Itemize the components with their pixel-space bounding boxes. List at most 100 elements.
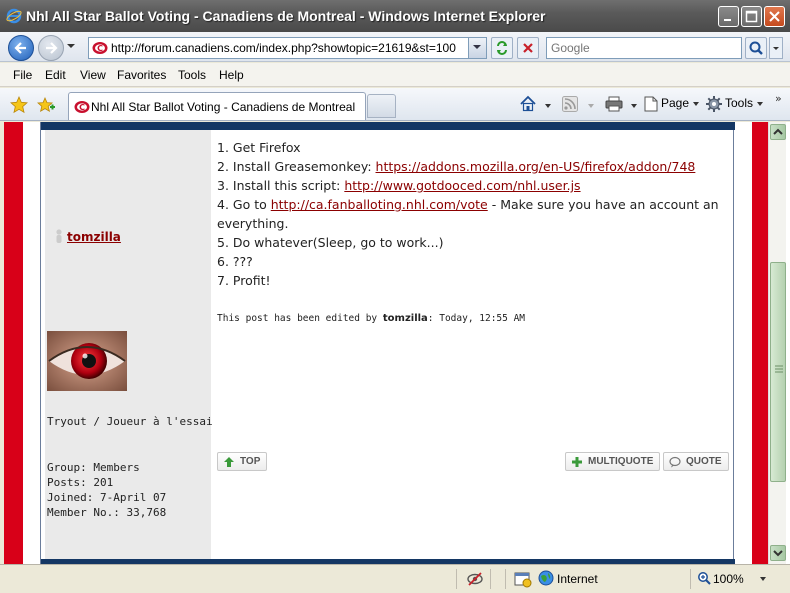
post-line: 4. Go to http://ca.fanballoting.nhl.com/… [217, 195, 729, 214]
scroll-thumb[interactable] [770, 262, 786, 482]
menu-view[interactable]: View [80, 68, 106, 82]
post-text: - Make sure you have an account an [487, 197, 719, 212]
globe-icon [538, 570, 554, 586]
minimize-button[interactable] [718, 6, 739, 27]
window-title: Nhl All Star Ballot Voting - Canadiens d… [26, 8, 546, 24]
plus-icon [572, 457, 582, 467]
new-tab-button[interactable] [367, 94, 396, 118]
tab-label: Nhl All Star Ballot Voting - Canadiens d… [91, 100, 356, 114]
svg-text:C: C [97, 44, 103, 53]
post-text: 2. Install Greasemonkey: [217, 159, 376, 174]
post-line: 5. Do whatever(Sleep, go to work...) [217, 233, 729, 252]
user-stats: Group: Members Posts: 201 Joined: 7-Apri… [47, 460, 166, 520]
zoom-level[interactable]: 100% [713, 572, 744, 586]
menu-help[interactable]: Help [219, 68, 244, 82]
page-menu-button[interactable]: Page [661, 96, 700, 110]
menu-tools[interactable]: Tools [178, 68, 206, 82]
forward-button[interactable] [38, 35, 64, 61]
chevron-up-icon [773, 128, 783, 135]
post-edit-note: This post has been edited by tomzilla: T… [217, 313, 525, 324]
favorites-star-icon[interactable] [10, 96, 28, 114]
privacy-report-icon[interactable] [466, 570, 484, 588]
top-label: TOP [240, 456, 261, 467]
post-line: 2. Install Greasemonkey: https://addons.… [217, 157, 729, 176]
chevron-down-icon [773, 47, 779, 50]
tab-nhl-all-star-ballot[interactable]: C Nhl All Star Ballot Voting - Canadiens… [68, 92, 366, 120]
zoom-dropdown-icon[interactable] [760, 577, 766, 581]
refresh-button[interactable] [491, 37, 513, 59]
status-divider [505, 569, 506, 589]
toolbar-overflow-icon[interactable]: » [775, 92, 782, 105]
greasemonkey-addon-link[interactable]: https://addons.mozilla.org/en-US/firefox… [376, 159, 696, 174]
security-zone-label: Internet [557, 572, 598, 586]
page-menu-label: Page [661, 96, 690, 110]
search-input[interactable] [547, 38, 741, 58]
address-toolbar: C http://forum.canadiens.com/index.php?s… [0, 32, 790, 62]
search-button[interactable] [745, 37, 767, 59]
post-line: 1. Get Firefox [217, 138, 729, 157]
user-join-date: Joined: 7-April 07 [47, 491, 167, 504]
post-author-panel: tomzilla Tryout / Joueur à l'essai Group… [45, 130, 213, 559]
multiquote-label: MULTIQUOTE [588, 456, 654, 467]
quote-label: QUOTE [686, 456, 722, 467]
print-dropdown-icon[interactable] [631, 104, 637, 108]
status-divider [456, 569, 457, 589]
status-bar: Internet 100% [0, 564, 790, 593]
address-field[interactable]: C http://forum.canadiens.com/index.php?s… [88, 37, 487, 59]
offline-status-icon [56, 229, 62, 243]
status-divider [690, 569, 691, 589]
internet-explorer-icon [6, 8, 22, 24]
fan-balloting-link[interactable]: http://ca.fanballoting.nhl.com/vote [271, 197, 488, 212]
back-button[interactable] [8, 35, 34, 61]
post-header-bar [41, 122, 735, 130]
menu-file[interactable]: File [13, 68, 32, 82]
stop-icon [523, 43, 533, 53]
post-author-link[interactable]: tomzilla [67, 230, 121, 244]
scroll-up-button[interactable] [770, 124, 786, 140]
grip-icon [775, 365, 783, 373]
post-line: 7. Profit! [217, 271, 729, 290]
post-line: 6. ??? [217, 252, 729, 271]
home-icon[interactable] [519, 95, 537, 113]
maximize-icon [745, 10, 758, 23]
quote-button[interactable]: QUOTE [663, 452, 729, 471]
feeds-dropdown-icon[interactable] [588, 104, 594, 108]
add-favorite-icon[interactable] [37, 96, 55, 114]
user-post-count: Posts: 201 [47, 476, 114, 489]
search-options-dropdown[interactable] [769, 37, 783, 59]
forum-post: tomzilla Tryout / Joueur à l'essai Group… [40, 122, 735, 564]
popup-blocker-icon[interactable] [514, 570, 532, 588]
post-text: 3. Install this script: [217, 178, 345, 193]
stop-button[interactable] [517, 37, 539, 59]
scroll-down-button[interactable] [770, 545, 786, 561]
menu-edit[interactable]: Edit [45, 68, 66, 82]
chevron-down-icon [693, 101, 700, 106]
back-to-top-button[interactable]: TOP [217, 452, 268, 471]
back-arrow-icon [14, 42, 26, 54]
post-text: everything. [217, 216, 289, 231]
canadiens-favicon: C [92, 42, 108, 54]
maximize-button[interactable] [741, 6, 762, 27]
user-script-link[interactable]: http://www.gotdooced.com/nhl.user.js [344, 178, 580, 193]
multiquote-button[interactable]: MULTIQUOTE [565, 452, 661, 471]
forward-arrow-icon [46, 42, 58, 54]
tools-menu-button[interactable]: Tools [725, 96, 764, 110]
home-dropdown-icon[interactable] [545, 104, 551, 108]
status-divider [490, 569, 491, 589]
tools-menu-label: Tools [725, 96, 754, 110]
print-icon[interactable] [605, 96, 623, 112]
edit-note-author: tomzilla [382, 313, 428, 324]
search-box[interactable] [546, 37, 742, 59]
recent-pages-dropdown-icon[interactable] [66, 42, 76, 50]
menu-favorites[interactable]: Favorites [117, 68, 166, 82]
user-member-number: Member No.: 33,768 [47, 506, 167, 519]
post-line: 3. Install this script: http://www.gotdo… [217, 176, 729, 195]
post-body: 1. Get Firefox 2. Install Greasemonkey: … [217, 138, 729, 290]
zoom-icon[interactable] [697, 571, 711, 585]
post-text: 7. Profit! [217, 273, 271, 288]
page-right-border [752, 122, 768, 564]
rss-feeds-icon[interactable] [562, 96, 578, 112]
vertical-scrollbar[interactable] [768, 122, 786, 564]
close-window-button[interactable] [764, 6, 785, 27]
address-dropdown-button[interactable] [468, 38, 486, 58]
